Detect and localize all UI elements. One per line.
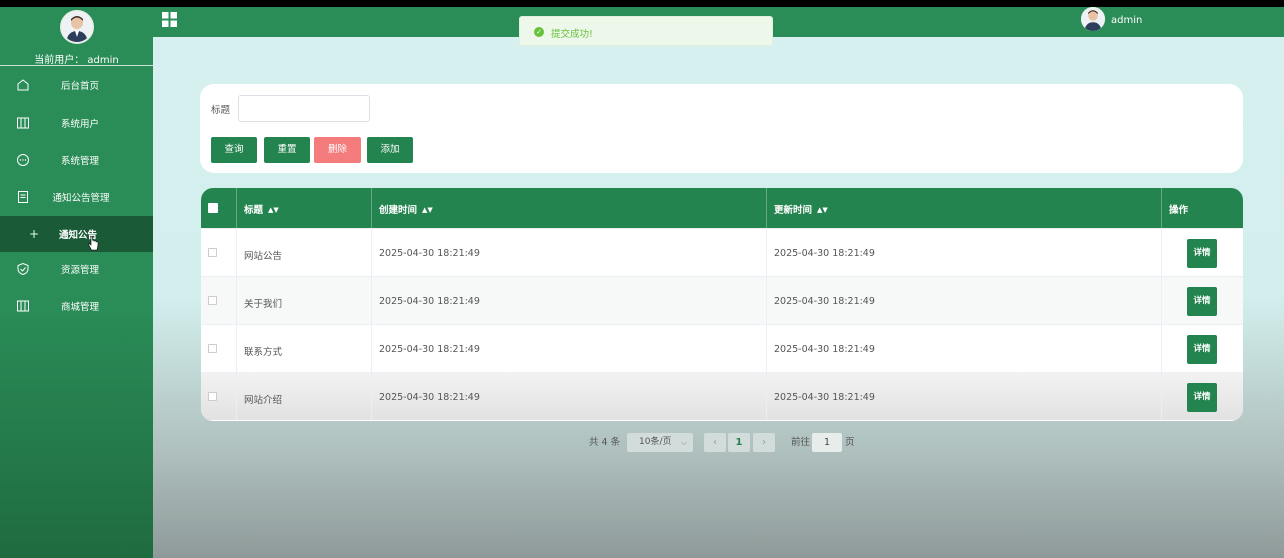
row-title: 网站公告 bbox=[244, 251, 283, 262]
row-updated: 2025-04-30 18:21:49 bbox=[774, 296, 875, 307]
goto-page-input[interactable]: 1 bbox=[812, 433, 842, 452]
detail-button[interactable]: 详情 bbox=[1187, 335, 1217, 364]
sidebar-item-system-management[interactable]: 系统管理 bbox=[0, 142, 153, 178]
columns-icon bbox=[17, 117, 29, 129]
notice-table: 标题 ▲▼ 创建时间 ▲▼ 更新时间 ▲▼ 操作 网站公告 2025-04-30 18… bbox=[201, 188, 1243, 421]
table-row: 关于我们 2025-04-30 18:21:49 2025-04-30 18:2… bbox=[201, 276, 1243, 324]
header-actions-label: 操作 bbox=[1169, 205, 1189, 216]
add-button[interactable]: 添加 bbox=[367, 137, 413, 163]
page-size-select[interactable]: 10条/页 ⌵ bbox=[627, 433, 693, 452]
chat-icon bbox=[17, 154, 29, 166]
header-updated-label: 更新时间 bbox=[774, 205, 813, 216]
header-title[interactable]: 标题 ▲▼ bbox=[237, 188, 372, 228]
sidebar-item-notice[interactable]: + 通知公告 bbox=[0, 216, 153, 252]
row-checkbox[interactable] bbox=[208, 344, 217, 353]
row-updated: 2025-04-30 18:21:49 bbox=[774, 392, 875, 403]
sidebar-item-system-users[interactable]: 系统用户 bbox=[0, 105, 153, 141]
search-panel: 标题 查询 重置 删除 添加 bbox=[200, 84, 1243, 173]
plus-icon: + bbox=[29, 227, 40, 241]
detail-button[interactable]: 详情 bbox=[1187, 239, 1217, 268]
table-row: 联系方式 2025-04-30 18:21:49 2025-04-30 18:2… bbox=[201, 324, 1243, 372]
sidebar-item-notice-management[interactable]: 通知公告管理 bbox=[0, 179, 153, 215]
detail-button[interactable]: 详情 bbox=[1187, 287, 1217, 316]
header-updated[interactable]: 更新时间 ▲▼ bbox=[767, 188, 1162, 228]
sort-icon[interactable]: ▲▼ bbox=[422, 206, 433, 214]
sidebar-item-label: 通知公告管理 bbox=[52, 193, 110, 204]
query-button[interactable]: 查询 bbox=[211, 137, 257, 163]
row-title: 网站介绍 bbox=[244, 395, 283, 406]
sort-icon[interactable]: ▲▼ bbox=[817, 206, 828, 214]
row-created: 2025-04-30 18:21:49 bbox=[379, 296, 480, 307]
cursor-hand-icon bbox=[88, 236, 99, 251]
table-row: 网站公告 2025-04-30 18:21:49 2025-04-30 18:2… bbox=[201, 228, 1243, 276]
header-select-cell bbox=[201, 188, 237, 228]
sidebar-item-resource-management[interactable]: 资源管理 bbox=[0, 251, 153, 287]
header-created-label: 创建时间 bbox=[379, 205, 418, 216]
row-checkbox[interactable] bbox=[208, 392, 217, 401]
delete-button[interactable]: 删除 bbox=[314, 137, 361, 163]
row-created: 2025-04-30 18:21:49 bbox=[379, 344, 480, 355]
table-row: 网站介绍 2025-04-30 18:21:49 2025-04-30 18:2… bbox=[201, 372, 1243, 420]
title-search-input[interactable] bbox=[238, 95, 370, 122]
success-toast: ✓ 提交成功! bbox=[519, 16, 773, 46]
goto-label: 前往 bbox=[791, 437, 811, 448]
header-created[interactable]: 创建时间 ▲▼ bbox=[372, 188, 767, 228]
avatar[interactable] bbox=[60, 10, 94, 44]
current-user-label: 当前用户： admin bbox=[34, 55, 119, 66]
page-size-value: 10条/页 bbox=[639, 437, 672, 447]
header-title-label: 标题 bbox=[244, 205, 264, 216]
row-checkbox[interactable] bbox=[208, 248, 217, 257]
row-created: 2025-04-30 18:21:49 bbox=[379, 248, 480, 259]
grid-menu-icon[interactable] bbox=[162, 12, 177, 27]
page-number-button[interactable]: 1 bbox=[728, 433, 750, 452]
row-updated: 2025-04-30 18:21:49 bbox=[774, 248, 875, 259]
sidebar: 当前用户： admin 后台首页 系统用户 系统管理 通知公告管理 + 通知公告… bbox=[0, 7, 153, 558]
row-updated: 2025-04-30 18:21:49 bbox=[774, 344, 875, 355]
check-circle-icon: ✓ bbox=[534, 27, 544, 37]
sidebar-item-dashboard[interactable]: 后台首页 bbox=[0, 67, 153, 103]
header-actions: 操作 bbox=[1162, 188, 1243, 228]
toast-message: 提交成功! bbox=[551, 29, 593, 40]
title-label: 标题 bbox=[211, 105, 231, 116]
sidebar-item-label: 系统用户 bbox=[60, 119, 99, 130]
sidebar-item-label: 资源管理 bbox=[60, 265, 99, 276]
sort-icon[interactable]: ▲▼ bbox=[268, 206, 279, 214]
main-content: 标题 查询 重置 删除 添加 标题 ▲▼ 创建时间 ▲▼ 更新时间 ▲▼ 操作 bbox=[153, 37, 1284, 558]
row-checkbox[interactable] bbox=[208, 296, 217, 305]
sidebar-divider bbox=[0, 65, 153, 66]
home-icon bbox=[17, 79, 29, 91]
document-icon bbox=[18, 191, 28, 203]
row-created: 2025-04-30 18:21:49 bbox=[379, 392, 480, 403]
columns-icon bbox=[17, 300, 29, 312]
shield-icon bbox=[17, 262, 29, 276]
row-title: 关于我们 bbox=[244, 299, 283, 310]
detail-button[interactable]: 详情 bbox=[1187, 383, 1217, 412]
screen-top-border bbox=[0, 0, 1284, 7]
sidebar-item-label: 系统管理 bbox=[60, 156, 99, 167]
username[interactable]: admin bbox=[1111, 15, 1142, 26]
select-all-checkbox[interactable] bbox=[208, 203, 218, 213]
page-suffix-label: 页 bbox=[845, 437, 855, 448]
table-header: 标题 ▲▼ 创建时间 ▲▼ 更新时间 ▲▼ 操作 bbox=[201, 188, 1243, 228]
prev-page-button[interactable]: ‹ bbox=[704, 433, 726, 452]
user-avatar[interactable] bbox=[1081, 7, 1105, 31]
reset-button[interactable]: 重置 bbox=[264, 137, 310, 163]
sidebar-item-label: 商城管理 bbox=[60, 302, 99, 313]
pagination-total: 共 4 条 bbox=[589, 437, 621, 448]
chevron-down-icon: ⌵ bbox=[680, 438, 687, 447]
row-title: 联系方式 bbox=[244, 347, 283, 358]
next-page-button[interactable]: › bbox=[753, 433, 775, 452]
sidebar-item-shop-management[interactable]: 商城管理 bbox=[0, 288, 153, 324]
sidebar-item-label: 后台首页 bbox=[60, 81, 99, 92]
